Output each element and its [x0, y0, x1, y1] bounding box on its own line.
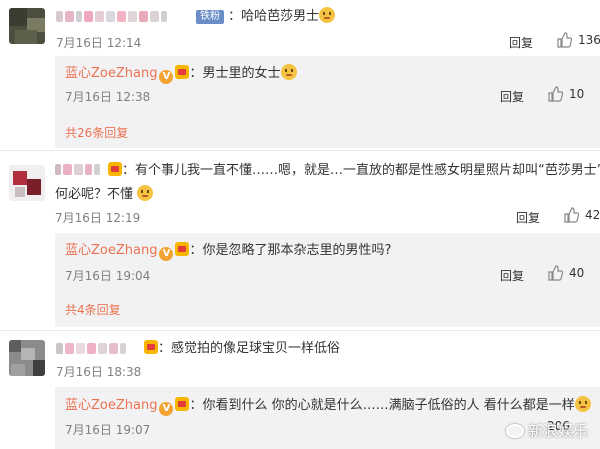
reply-text: 蓝心ZoeZhang V ：你看到什么 你的心就是什么……满脑子低俗的人 看什么都是… [65, 396, 591, 416]
comment-text-line2: 何必呢？不懂 [55, 185, 154, 204]
cat-emoji-icon [319, 7, 336, 23]
verified-v-icon: V [159, 247, 174, 261]
reply-button[interactable]: 回复 [516, 209, 540, 226]
reply-username[interactable]: 蓝心ZoeZhang [65, 243, 157, 258]
watermark: 新浪娱乐 [505, 420, 588, 441]
username-blurred[interactable] [55, 164, 100, 175]
comment-body-line2: 何必呢？不懂 [55, 187, 134, 202]
like-button[interactable]: 10 [547, 86, 584, 102]
like-count: 40 [569, 266, 585, 280]
fan-badge: 铁粉 [196, 10, 224, 24]
like-count: 10 [569, 87, 585, 101]
reply-box: 蓝心ZoeZhang V ：男士里的女士 7月16日 12:38 回复 10 共26… [55, 56, 600, 148]
thumbs-up-icon [564, 207, 579, 223]
comment-time: 7月16日 18:38 [56, 365, 142, 379]
thumbs-up-icon [548, 265, 563, 281]
comment-1: 铁粉 ：哈哈芭莎男士 7月16日 12:14 回复 136 蓝心ZoeZhang… [0, 0, 600, 150]
crown-badge-icon [175, 397, 190, 411]
reply-time: 7月16日 19:07 [65, 423, 151, 437]
more-replies-link[interactable]: 共4条回复 [65, 301, 121, 318]
avatar[interactable] [9, 165, 45, 201]
more-replies-link[interactable]: 共26条回复 [65, 124, 128, 141]
comment-time: 7月16日 12:19 [55, 211, 141, 225]
avatar[interactable] [9, 340, 45, 376]
comment-time: 7月16日 12:14 [56, 36, 142, 50]
thumbs-up-icon [548, 86, 563, 102]
like-button[interactable]: 42 [563, 207, 600, 223]
comment-text: 铁粉 ：哈哈芭莎男士 [196, 7, 336, 26]
like-button[interactable]: 40 [547, 265, 584, 281]
avatar[interactable] [9, 8, 45, 44]
verified-v-icon: V [159, 70, 174, 84]
reply-body: 男士里的女士 [202, 66, 281, 81]
cat-emoji-icon [280, 64, 297, 80]
comment-body-line1: 有个事儿我一直不懂……嗯，就是…一直放的都是性感女明星照片却叫“芭莎男士”… [135, 163, 600, 178]
username-blurred[interactable] [56, 343, 126, 354]
weibo-logo-icon [505, 423, 524, 438]
reply-box: 蓝心ZoeZhang V ：你是忽略了那本杂志里的男性吗? 7月16日 19:04 … [55, 233, 600, 327]
comment-text: ：感觉拍的像足球宝贝一样低俗 [142, 340, 340, 358]
thumbs-up-icon [557, 32, 572, 48]
like-count: 42 [585, 208, 600, 222]
reply-time: 7月16日 19:04 [65, 269, 151, 283]
crown-badge-icon [175, 242, 190, 256]
watermark-text: 新浪娱乐 [527, 422, 588, 440]
reply-body: 你是忽略了那本杂志里的男性吗? [202, 243, 392, 258]
crown-badge-icon [144, 340, 158, 354]
reply-button[interactable]: 回复 [500, 267, 524, 284]
reply-username[interactable]: 蓝心ZoeZhang [65, 398, 157, 413]
like-count: 136 [578, 33, 600, 47]
verified-v-icon: V [159, 402, 174, 416]
like-button[interactable]: 136 [556, 32, 600, 48]
reply-username[interactable]: 蓝心ZoeZhang [65, 66, 157, 81]
reply-button[interactable]: 回复 [500, 88, 524, 105]
username-blurred[interactable] [56, 11, 167, 22]
comment-body: 哈哈芭莎男士 [241, 9, 320, 24]
confused-emoji-icon [137, 185, 154, 201]
comment-text: ：有个事儿我一直不懂……嗯，就是…一直放的都是性感女明星照片却叫“芭莎男士”… [106, 162, 600, 180]
reply-text: 蓝心ZoeZhang V ：你是忽略了那本杂志里的男性吗? [65, 242, 392, 261]
reply-text: 蓝心ZoeZhang V ：男士里的女士 [65, 64, 297, 84]
smirk-emoji-icon [574, 396, 591, 412]
comment-body: 感觉拍的像足球宝贝一样低俗 [171, 341, 341, 356]
reply-button[interactable]: 回复 [509, 34, 533, 51]
crown-badge-icon [175, 65, 190, 79]
reply-body: 你看到什么 你的心就是什么……满脑子低俗的人 看什么都是一样 [202, 398, 575, 413]
comment-2: ：有个事儿我一直不懂……嗯，就是…一直放的都是性感女明星照片却叫“芭莎男士”… … [0, 151, 600, 330]
crown-badge-icon [108, 162, 122, 176]
reply-time: 7月16日 12:38 [65, 90, 151, 104]
